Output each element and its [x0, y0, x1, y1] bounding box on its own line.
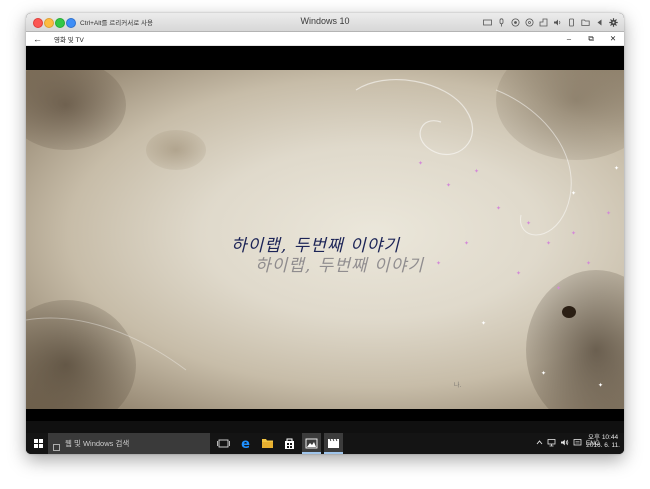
edge-icon: e [241, 437, 250, 452]
sparkle-decoration: ✦ [556, 286, 562, 292]
sparkle-decoration: ✦ [541, 371, 547, 377]
keyboard-icon[interactable] [483, 18, 492, 27]
clock-date: 2016. 6. 11. [586, 442, 620, 449]
sparkle-decoration: ✦ [598, 383, 604, 389]
microphone-icon[interactable] [497, 18, 506, 27]
sparkle-decoration: ✦ [464, 241, 470, 247]
taskbar-file-explorer[interactable] [258, 433, 277, 454]
sparkle-decoration: ✦ [606, 211, 612, 217]
search-placeholder: 웹 및 Windows 검색 [65, 439, 130, 448]
usb-device-icon[interactable] [567, 18, 576, 27]
store-icon [285, 438, 294, 449]
sparkle-decoration: ✦ [481, 321, 487, 327]
volume-icon[interactable] [560, 438, 569, 449]
collapse-arrow-icon[interactable] [595, 18, 604, 27]
taskbar-clock[interactable]: 오후 10:44 2016. 6. 11. [586, 434, 620, 450]
sparkle-decoration: ✦ [436, 261, 442, 267]
record-icon[interactable] [511, 18, 520, 27]
sparkle-decoration: ✦ [571, 191, 577, 197]
video-frame: ✦ ✦ ✦ ✦ ✦ ✦ ✦ ✦ ✦ ✦ ✦ ✦ ✦ ✦ ✦ ✦ ✦ ✦ 하이랩,… [26, 70, 624, 409]
film-clapper-icon [328, 438, 339, 448]
folder-icon [262, 439, 273, 448]
task-view-icon [217, 439, 230, 448]
speaker-icon[interactable] [553, 18, 562, 27]
sparkle-decoration: ✦ [446, 183, 452, 189]
taskbar-edge[interactable]: e [236, 433, 255, 454]
svg-text:e: e [241, 437, 250, 452]
network-icon[interactable] [539, 18, 548, 27]
taskbar-store[interactable] [280, 433, 299, 454]
windows-logo-icon [39, 439, 43, 443]
close-button[interactable]: ✕ [602, 32, 624, 45]
clock-time: 오후 10:44 [588, 434, 619, 441]
network-icon[interactable] [547, 438, 556, 449]
host-title-bar: Ctrl+Alt를 르리커서로 사용 Windows 10 [26, 13, 624, 32]
taskbar-movies-tv[interactable] [324, 433, 343, 454]
sparkle-decoration: ✦ [496, 206, 502, 212]
cd-icon[interactable] [525, 18, 534, 27]
sparkle-decoration: ✦ [571, 231, 577, 237]
gear-icon[interactable] [609, 18, 618, 27]
back-button[interactable]: ← [33, 33, 42, 45]
chevron-up-icon[interactable] [536, 439, 543, 448]
host-toolbar [483, 16, 618, 29]
taskbar-strip: 웹 및 Windows 검색 e ENG 오후 10:44 2016. 6. 1… [26, 433, 624, 454]
sparkle-decoration: ✦ [526, 221, 532, 227]
sparkle-decoration: ✦ [474, 169, 480, 175]
windows-logo-icon [34, 444, 38, 448]
app-title-bar: ← 영화 및 TV – ⧉ ✕ [26, 32, 624, 46]
minimize-button[interactable]: – [558, 32, 580, 45]
search-icon [53, 439, 61, 451]
sparkle-decoration: ✦ [586, 261, 592, 267]
app-title: 영화 및 TV [54, 37, 84, 44]
sparkle-decoration: ✦ [418, 161, 424, 167]
restore-button[interactable]: ⧉ [580, 32, 602, 45]
folder-icon[interactable] [581, 18, 590, 27]
parallels-window: Ctrl+Alt를 르리커서로 사용 Windows 10 ← 영화 및 TV … [26, 13, 624, 454]
sparkle-decoration: ✦ [614, 166, 620, 172]
notification-icon[interactable] [573, 438, 582, 449]
photos-icon [305, 438, 318, 449]
windows-logo-icon [34, 439, 38, 443]
taskbar-photos[interactable] [302, 433, 321, 454]
taskbar-search-box[interactable]: 웹 및 Windows 검색 [48, 433, 210, 454]
window-controls: – ⧉ ✕ [558, 32, 624, 45]
faint-caption: 나. [454, 383, 462, 389]
windows-logo-icon [39, 444, 43, 448]
sparkle-decoration: ✦ [516, 271, 522, 277]
video-player[interactable]: ✦ ✦ ✦ ✦ ✦ ✦ ✦ ✦ ✦ ✦ ✦ ✦ ✦ ✦ ✦ ✦ ✦ ✦ 하이랩,… [26, 46, 624, 421]
taskbar: 웹 및 Windows 검색 e ENG 오후 10:44 2016. 6. 1… [26, 421, 624, 454]
sparkle-decoration: ✦ [546, 241, 552, 247]
video-subtitle: 하이랩, 두번째 이야기 [231, 236, 400, 256]
task-view-button[interactable] [214, 433, 233, 454]
start-button[interactable] [29, 433, 47, 454]
